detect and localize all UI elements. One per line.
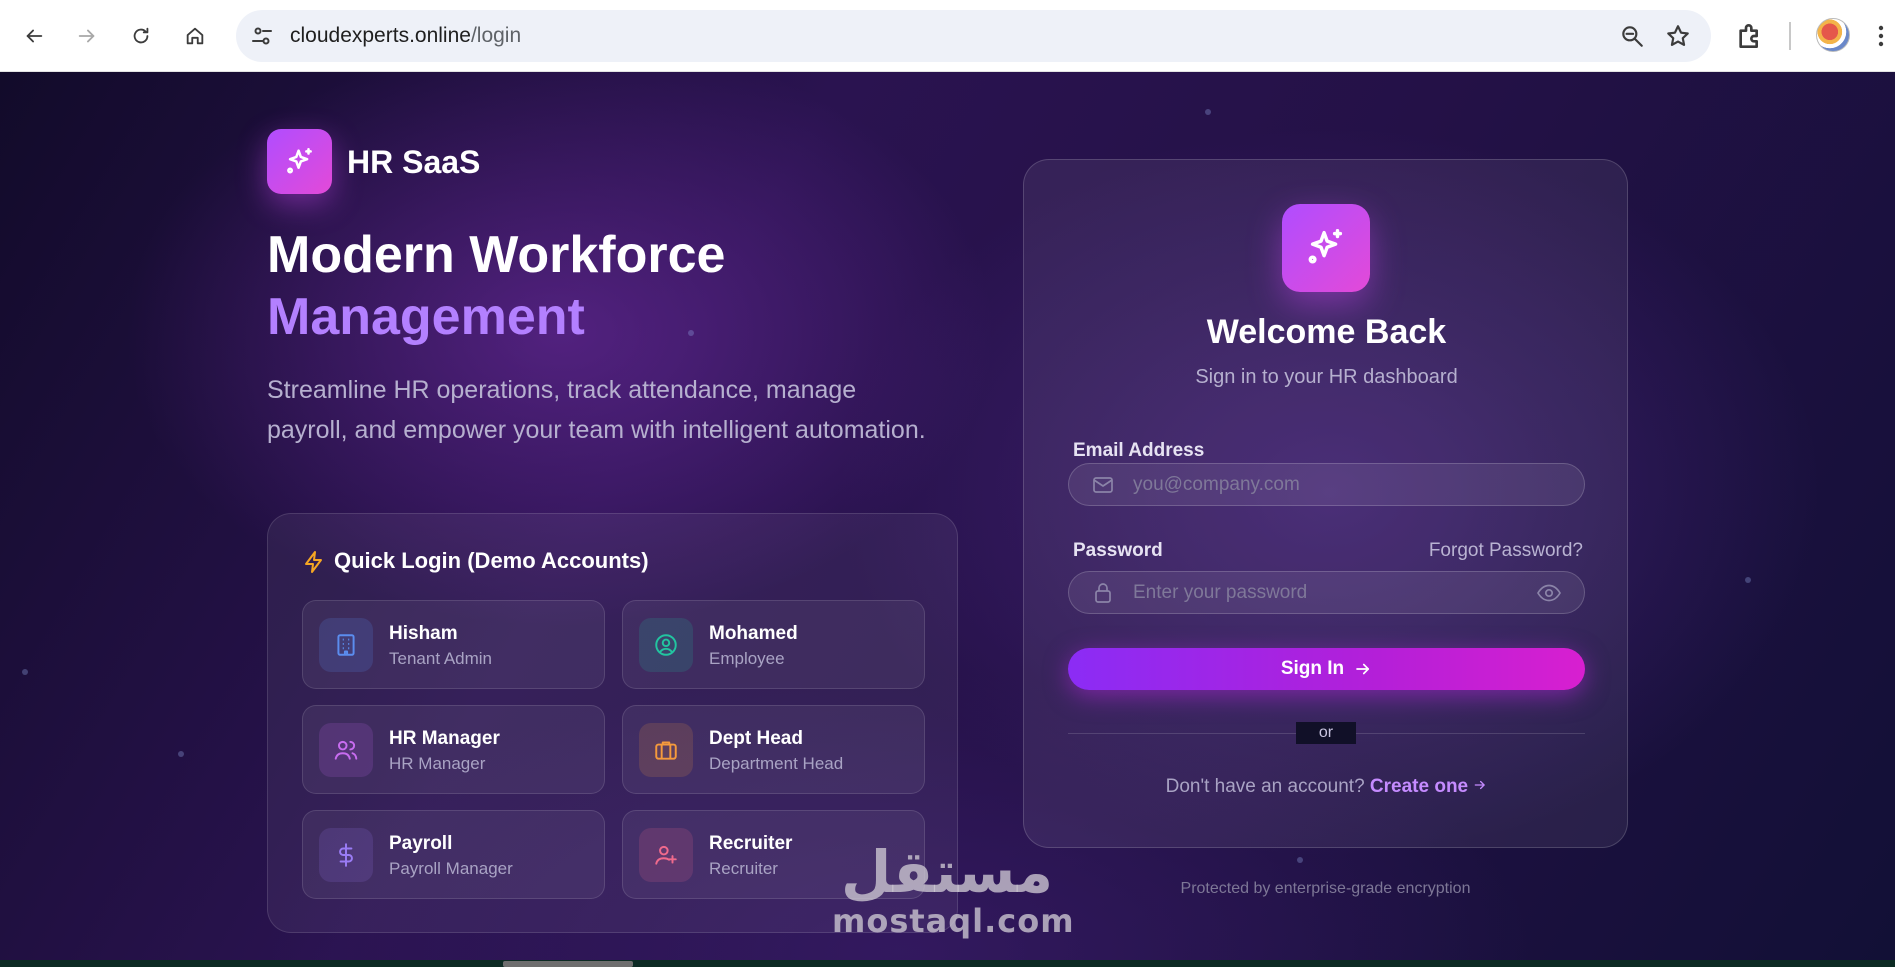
decor-dot [22,669,28,675]
brand-name: HR SaaS [347,144,481,180]
password-label: Password [1073,540,1163,561]
dollar-icon [319,828,373,882]
signup-prompt: Don't have an account? Create one [1024,776,1629,798]
account-role: Payroll Manager [389,859,513,878]
mostaql-watermark: مستقل mostaql.com [832,838,1075,940]
watermark-arabic: مستقل [840,838,1054,906]
password-input[interactable] [1133,572,1533,613]
quick-login-title: Quick Login (Demo Accounts) [334,548,649,573]
demo-account-mohamed[interactable]: Mohamed Employee [622,600,925,689]
login-page: HR SaaS Modern Workforce Management Stre… [0,72,1895,967]
decor-dot [1205,109,1211,115]
demo-account-hisham[interactable]: Hisham Tenant Admin [302,600,605,689]
sparkles-icon [286,147,312,173]
account-name: HR Manager [389,728,500,749]
demo-account-dept-head[interactable]: Dept Head Department Head [622,705,925,794]
home-icon[interactable] [175,16,215,56]
url-path: /login [470,24,522,47]
account-name: Hisham [389,623,458,644]
url-domain: cloudexperts.online [290,24,471,47]
sign-in-button[interactable]: Sign In [1068,648,1585,690]
lock-icon [1095,583,1111,603]
zoom-icon[interactable] [1619,23,1645,49]
building-icon [319,618,373,672]
mail-icon [1093,477,1113,493]
password-field[interactable] [1068,571,1585,614]
account-role: Tenant Admin [389,649,493,668]
address-bar[interactable]: cloudexperts.online/login [236,10,1711,62]
sparkles-icon [1308,229,1343,264]
page-headline-accent: Management [267,288,585,346]
decor-dot [178,751,184,757]
create-account-link[interactable]: Create one [1370,776,1487,797]
extensions-icon[interactable] [1734,20,1766,52]
account-role: HR Manager [389,754,486,773]
account-name: Payroll [389,833,453,854]
create-account-label: Create one [1369,776,1469,797]
user-plus-icon [639,828,693,882]
page-headline: Modern Workforce [267,226,726,284]
login-title: Welcome Back [1206,313,1447,351]
email-label: Email Address [1073,440,1205,461]
site-settings-icon[interactable] [250,24,274,48]
account-role: Department Head [709,754,844,773]
show-password-icon[interactable] [1536,582,1562,604]
page-bottom-bar [0,960,1895,967]
lightning-icon [305,551,322,573]
security-note: Protected by enterprise-grade encryption [1180,880,1471,897]
demo-account-hr-manager[interactable]: HR Manager HR Manager [302,705,605,794]
decor-dot [688,330,694,336]
brand-logo [267,129,332,194]
url-text[interactable]: cloudexperts.online/login [290,24,521,48]
briefcase-icon [639,723,693,777]
forgot-password-link[interactable]: Forgot Password? [1429,540,1583,562]
sign-in-label: Sign In [1280,658,1345,679]
demo-account-payroll[interactable]: Payroll Payroll Manager [302,810,605,899]
decor-dot [1745,577,1751,583]
arrow-right-icon [1475,780,1486,790]
signup-text: Don't have an account? [1165,776,1365,797]
divider-label: or [1296,722,1356,744]
account-name: Recruiter [709,833,793,854]
email-field[interactable] [1068,463,1585,506]
account-role: Employee [709,649,785,668]
toolbar-divider [1789,22,1791,50]
login-subtitle: Sign in to your HR dashboard [1195,366,1458,388]
account-role: Recruiter [709,859,778,878]
hero-subtitle-line: payroll, and empower your team with inte… [267,416,926,444]
account-name: Dept Head [709,728,803,749]
watermark-latin: mostaql.com [832,902,1075,940]
reload-icon[interactable] [121,16,161,56]
user-circle-icon [639,618,693,672]
bookmark-star-icon[interactable] [1665,23,1691,49]
arrow-right-icon [1356,663,1370,675]
back-icon[interactable] [14,16,54,56]
browser-toolbar: cloudexperts.online/login [0,0,1895,72]
hero-subtitle-line: Streamline HR operations, track attendan… [267,376,857,404]
decor-dot [1297,857,1303,863]
more-icon[interactable] [1878,24,1884,48]
profile-avatar[interactable] [1816,18,1850,52]
forward-icon[interactable] [67,16,107,56]
login-card: Welcome Back Sign in to your HR dashboar… [1023,159,1628,848]
email-input[interactable] [1133,464,1533,505]
login-logo [1282,204,1370,292]
horizontal-scrollbar[interactable] [503,961,633,967]
hero-subtitle: Streamline HR operations, track attendan… [267,370,987,450]
account-name: Mohamed [709,623,798,644]
users-icon [319,723,373,777]
